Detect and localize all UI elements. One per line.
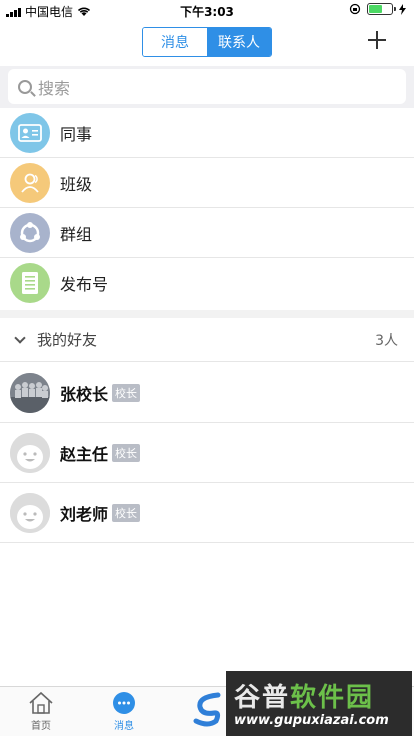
friend-name: 张校长 bbox=[60, 384, 109, 404]
list-item[interactable]: 赵主任 校长 bbox=[0, 423, 414, 483]
watermark-url: www.gupuxiazai.com bbox=[234, 713, 389, 728]
role-badge: 校长 bbox=[112, 443, 141, 462]
friend-name: 刘老师 bbox=[60, 504, 109, 524]
role-badge: 校长 bbox=[112, 503, 141, 522]
search-placeholder: 搜索 bbox=[38, 78, 71, 98]
watermark-title: 谷普软件园 bbox=[234, 677, 374, 714]
menu-item-label: 班级 bbox=[60, 174, 93, 194]
home-icon bbox=[29, 691, 53, 714]
status-bar: 中国电信 下午3:03 bbox=[0, 0, 414, 22]
photo-avatar bbox=[10, 372, 50, 413]
default-avatar bbox=[10, 492, 50, 533]
watermark-title-part2: 软件园 bbox=[290, 683, 375, 713]
search-bar: 搜索 bbox=[0, 66, 414, 108]
group-cycle-icon bbox=[10, 212, 50, 253]
default-avatar bbox=[10, 432, 50, 473]
group-count: 3人 bbox=[375, 332, 398, 349]
watermark: 谷普软件园 www.gupuxiazai.com bbox=[226, 671, 412, 736]
friend-list: 张校长 校长 赵主任 校长 刘老师 校长 bbox=[0, 363, 414, 543]
nav-bar: 消息 联系人 bbox=[0, 22, 414, 66]
menu-item-groups[interactable]: 群组 bbox=[0, 208, 414, 258]
tab-label: 首页 bbox=[31, 721, 51, 732]
battery-icon bbox=[367, 3, 396, 15]
friend-group-header[interactable]: 我的好友 3人 bbox=[0, 318, 414, 362]
section-divider bbox=[0, 310, 414, 318]
segment-control: 消息 联系人 bbox=[142, 27, 272, 57]
tab-messages-bottom[interactable]: 消息 bbox=[94, 691, 154, 732]
menu-item-publish[interactable]: 发布号 bbox=[0, 258, 414, 308]
charging-icon bbox=[399, 3, 406, 15]
menu-item-label: 群组 bbox=[60, 224, 93, 244]
search-input[interactable]: 搜索 bbox=[8, 69, 406, 104]
rotation-lock-icon bbox=[349, 3, 361, 15]
chat-bubble-icon bbox=[113, 692, 135, 714]
search-icon bbox=[18, 79, 32, 94]
contact-categories: 同事 班级 群组 发布号 bbox=[0, 108, 414, 308]
menu-item-colleagues[interactable]: 同事 bbox=[0, 108, 414, 158]
group-title: 我的好友 bbox=[37, 331, 98, 349]
tab-contacts[interactable]: 联系人 bbox=[207, 28, 271, 56]
document-icon bbox=[10, 263, 50, 303]
people-icon bbox=[10, 162, 50, 203]
plus-icon[interactable] bbox=[366, 29, 388, 51]
menu-item-label: 同事 bbox=[60, 124, 93, 144]
id-card-icon bbox=[10, 112, 50, 153]
tab-messages[interactable]: 消息 bbox=[143, 28, 207, 56]
friend-name: 赵主任 bbox=[60, 444, 109, 464]
chevron-down-icon bbox=[14, 331, 26, 344]
role-badge: 校长 bbox=[112, 383, 141, 402]
menu-item-classes[interactable]: 班级 bbox=[0, 158, 414, 208]
list-item[interactable]: 张校长 校长 bbox=[0, 363, 414, 423]
watermark-title-part1: 谷普 bbox=[234, 683, 291, 713]
tab-home[interactable]: 首页 bbox=[11, 691, 71, 732]
app-logo-icon bbox=[193, 692, 221, 727]
list-item[interactable]: 刘老师 校长 bbox=[0, 483, 414, 543]
menu-item-label: 发布号 bbox=[60, 275, 109, 294]
tab-label: 消息 bbox=[114, 721, 134, 732]
